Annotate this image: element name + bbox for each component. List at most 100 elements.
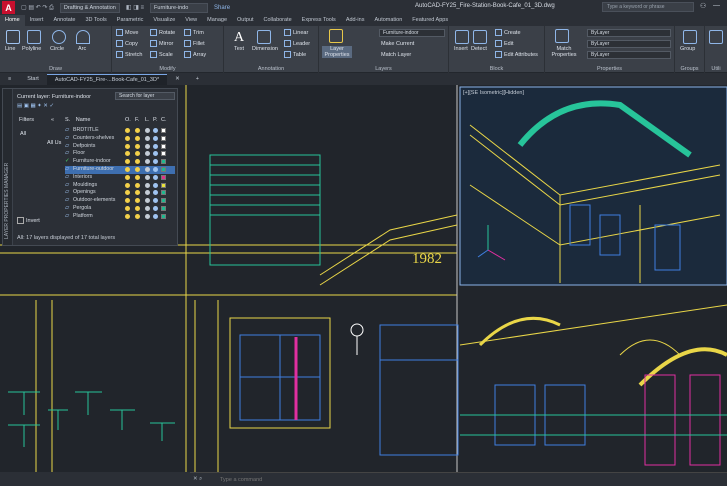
circle-icon[interactable] (52, 30, 66, 44)
lock-icon[interactable] (145, 143, 150, 149)
lock-icon[interactable] (145, 167, 150, 172)
linear-button[interactable]: Linear (284, 29, 308, 36)
freeze-icon[interactable] (135, 198, 140, 204)
plot-icon[interactable] (153, 143, 158, 149)
on-icon[interactable] (125, 206, 130, 211)
layer-search-input[interactable]: Search for layer (115, 92, 175, 100)
match-layer-button[interactable]: Match Layer (381, 52, 411, 58)
lock-icon[interactable] (145, 206, 150, 211)
on-icon[interactable] (125, 182, 130, 188)
tab-featured-apps[interactable]: Featured Apps (407, 15, 453, 26)
group-button[interactable]: Group (680, 46, 695, 52)
scale-button[interactable]: Scale (150, 51, 173, 58)
viewport-label[interactable]: [+][SE Isometric][Hidden] (463, 90, 524, 96)
col-lock[interactable]: L. (145, 117, 150, 123)
tab-start[interactable]: Start (19, 74, 47, 84)
layer-toolbar-icons[interactable]: ▤ ▣ ▦ ✦ ✕ ✓ (17, 103, 54, 109)
color-swatch[interactable] (161, 143, 166, 149)
lock-icon[interactable] (145, 190, 150, 196)
lineweight-dropdown[interactable]: ByLayer (587, 40, 671, 48)
group-icon[interactable] (683, 30, 697, 44)
linetype-dropdown[interactable]: ByLayer (587, 51, 671, 59)
edit-attributes-button[interactable]: Edit Attributes (495, 51, 538, 58)
on-icon[interactable] (125, 159, 130, 165)
plot-icon[interactable] (153, 213, 158, 219)
color-swatch[interactable] (161, 174, 166, 180)
tab-automation[interactable]: Automation (369, 15, 407, 26)
lock-icon[interactable] (145, 159, 150, 165)
color-swatch[interactable] (161, 182, 166, 188)
insert-icon[interactable] (455, 30, 469, 44)
tab-parametric[interactable]: Parametric (112, 15, 149, 26)
menu-icon[interactable]: ≡ (0, 74, 19, 84)
color-swatch[interactable] (161, 213, 166, 219)
plot-icon[interactable] (153, 206, 158, 211)
on-icon[interactable] (125, 174, 130, 180)
layer-row[interactable]: ▱ Defpoints (65, 143, 175, 151)
command-icons[interactable]: ✕ ⌕ (193, 476, 202, 483)
tab-annotate[interactable]: Annotate (48, 15, 80, 26)
freeze-icon[interactable] (135, 190, 140, 196)
on-icon[interactable] (125, 213, 130, 219)
quick-access-toolbar[interactable]: ▢ ▤ ↶ ↷ ⎙ (19, 4, 56, 12)
invert-filter-checkbox[interactable]: Invert (17, 217, 40, 224)
layer-dropdown[interactable]: Furniture-indoor (379, 29, 445, 37)
dimension-icon[interactable] (257, 30, 271, 44)
col-on[interactable]: O. (125, 117, 131, 123)
freeze-icon[interactable] (135, 128, 140, 133)
on-icon[interactable] (125, 143, 130, 149)
tab-visualize[interactable]: Visualize (148, 15, 180, 26)
user-icon[interactable]: ⚇ (700, 2, 706, 10)
layer-row[interactable]: ▱ Openings (65, 189, 175, 197)
color-dropdown[interactable]: ByLayer (587, 29, 671, 37)
layer-row[interactable]: ▱ Outdoor-elements (65, 197, 175, 205)
fillet-button[interactable]: Fillet (184, 40, 205, 47)
tab-manage[interactable]: Manage (202, 15, 232, 26)
plot-icon[interactable] (153, 198, 158, 204)
on-icon[interactable] (125, 151, 130, 157)
leader-button[interactable]: Leader (284, 40, 310, 47)
lock-icon[interactable] (145, 128, 150, 133)
color-swatch[interactable] (161, 167, 166, 172)
color-swatch[interactable] (161, 135, 166, 141)
match-properties-button[interactable]: Match Properties (549, 46, 579, 58)
plot-icon[interactable] (153, 159, 158, 165)
tab-home[interactable]: Home (0, 15, 25, 26)
tab-view[interactable]: View (180, 15, 202, 26)
plot-icon[interactable] (153, 167, 158, 172)
tab-add-ins[interactable]: Add-ins (341, 15, 370, 26)
text-button[interactable]: Text (234, 46, 244, 52)
quick-tools[interactable]: ◧ ◨ ≡ (124, 4, 146, 11)
on-icon[interactable] (125, 190, 130, 196)
search-input[interactable]: Type a keyword or phrase (602, 2, 694, 12)
col-name[interactable]: Name (76, 117, 91, 123)
color-swatch[interactable] (161, 190, 166, 196)
lock-icon[interactable] (145, 151, 150, 157)
layer-row[interactable]: ✓ Furniture-indoor (65, 158, 175, 166)
color-swatch[interactable] (161, 128, 166, 133)
col-color[interactable]: C. (161, 117, 167, 123)
freeze-icon[interactable] (135, 143, 140, 149)
tab-active-drawing[interactable]: AutoCAD-FY25_Fire-...Book-Cafe_01_3D* (46, 73, 168, 85)
color-swatch[interactable] (161, 159, 166, 165)
on-icon[interactable] (125, 167, 130, 172)
array-button[interactable]: Array (184, 51, 206, 58)
insert-button[interactable]: Insert (454, 46, 468, 52)
col-plot[interactable]: P. (153, 117, 158, 123)
move-button[interactable]: Move (116, 29, 138, 36)
line-button[interactable]: Line (5, 46, 15, 52)
make-current-button[interactable]: Make Current (381, 41, 414, 47)
line-icon[interactable] (6, 30, 20, 44)
collapse-filters-icon[interactable]: « (51, 117, 54, 123)
close-tab-icon[interactable]: ✕ (167, 74, 188, 84)
layer-row[interactable]: ▱ Interiors (65, 174, 175, 182)
create-button[interactable]: Create (495, 29, 521, 36)
minimize-icon[interactable]: — (713, 2, 720, 9)
freeze-icon[interactable] (135, 182, 140, 188)
table-button[interactable]: Table (284, 51, 306, 58)
layer-properties-button[interactable]: Layer Properties (322, 46, 352, 58)
layer-row[interactable]: ▱ Counters-shelves (65, 135, 175, 143)
freeze-icon[interactable] (135, 159, 140, 165)
layer-row[interactable]: ▱ Mouldings (65, 182, 175, 190)
plot-icon[interactable] (153, 174, 158, 180)
